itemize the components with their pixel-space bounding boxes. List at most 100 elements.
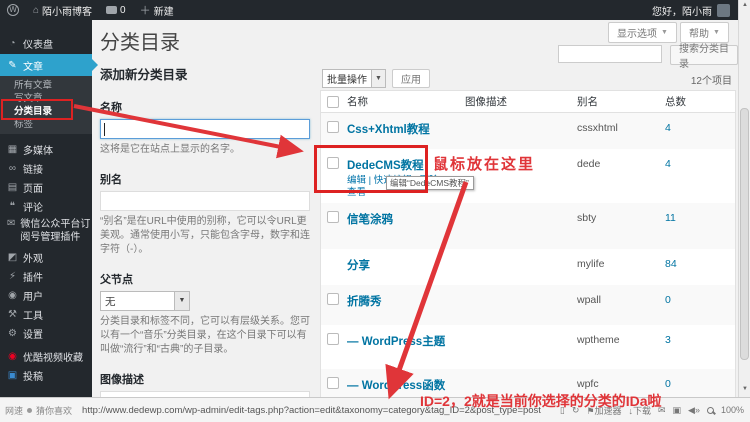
appearance-icon: ◩: [7, 252, 18, 263]
site-link[interactable]: ⌂陌小雨博客: [26, 0, 99, 20]
row-checkbox[interactable]: [327, 157, 339, 169]
scrollbar-thumb[interactable]: [740, 108, 749, 360]
link-tooltip: 编辑“DedeCMS教程”: [386, 176, 474, 190]
category-count-link[interactable]: 4: [665, 113, 735, 134]
sidebar-item-submit[interactable]: ▣投稿: [0, 366, 92, 385]
screen-options-button[interactable]: 显示选项▼: [608, 22, 677, 43]
category-slug: wptheme: [577, 325, 665, 346]
parent-help: 分类目录和标签不同，它可以有层级关系。您可以有一个“音乐”分类目录，在这个目录下…: [100, 315, 312, 357]
slug-input[interactable]: [100, 191, 310, 211]
search-categories-button[interactable]: 搜索分类目录: [670, 45, 738, 65]
category-count-link[interactable]: 84: [665, 249, 735, 270]
sidebar-item-media[interactable]: ▦多媒体: [0, 140, 92, 159]
table-row: — WordPress主题 wptheme 3: [321, 325, 735, 369]
user-greeting[interactable]: 您好，陌小雨: [652, 3, 712, 18]
category-count-link[interactable]: 0: [665, 369, 735, 390]
table-row-default-category: 分享 mylife 84: [321, 249, 735, 285]
guess-you-like-label[interactable]: 猜你喜欢: [36, 404, 72, 417]
search-categories-input[interactable]: [558, 45, 662, 63]
category-name-link[interactable]: Css+Xhtml教程: [347, 113, 465, 137]
name-help: 这将是它在站点上显示的名字。: [100, 143, 312, 157]
sidebar-item-plugins[interactable]: ⚡插件: [0, 267, 92, 286]
window-icon[interactable]: ▣: [673, 405, 682, 416]
zoom-magnifier-icon[interactable]: [707, 407, 714, 414]
form-title: 添加新分类目录: [100, 64, 312, 83]
links-icon: ∞: [7, 163, 18, 174]
apply-button[interactable]: 应用: [392, 69, 430, 88]
settings-icon: ⚙: [7, 328, 18, 339]
zoom-level[interactable]: 100%: [721, 405, 744, 415]
category-count-link[interactable]: 0: [665, 285, 735, 306]
sidebar-item-categories[interactable]: 分类目录: [0, 105, 92, 118]
select-all-checkbox[interactable]: [327, 96, 339, 108]
category-name-link[interactable]: 折腾秀: [347, 285, 465, 309]
row-checkbox[interactable]: [327, 293, 339, 305]
name-input[interactable]: [100, 119, 310, 139]
row-checkbox[interactable]: [327, 333, 339, 345]
sidebar-item-write-post[interactable]: 写文章: [0, 92, 92, 105]
scroll-up-icon[interactable]: ▲: [739, 2, 750, 8]
comments-shortcut[interactable]: 0: [99, 0, 133, 20]
row-checkbox[interactable]: [327, 121, 339, 133]
sidebar-item-all-posts[interactable]: 所有文章: [0, 79, 92, 92]
wordpress-logo-icon: W: [7, 4, 19, 16]
table-row: — WordPress函数 wpfc 0: [321, 369, 735, 397]
browser-window: W ⌂陌小雨博客 0 ＋新建 您好，陌小雨 ◔仪表盘 ✎文章 所有文章 写文章 …: [0, 0, 750, 422]
table-row: Css+Xhtml教程 cssxhtml 4: [321, 113, 735, 149]
header-count: 总数: [665, 94, 735, 109]
sidebar-item-comments[interactable]: ❝评论: [0, 197, 92, 216]
sidebar-item-youku[interactable]: ◉优酷视频收藏: [0, 347, 92, 366]
sidebar-item-tools[interactable]: ⚒工具: [0, 305, 92, 324]
category-count-link[interactable]: 3: [665, 325, 735, 346]
select-dropdown-icon: ▼: [371, 70, 385, 87]
slug-label: 别名: [100, 171, 312, 187]
comment-count: 0: [120, 5, 126, 16]
description-label: 图像描述: [100, 371, 312, 387]
sidebar-item-tags[interactable]: 标签: [0, 118, 92, 131]
category-count-link[interactable]: 11: [665, 203, 735, 224]
table-row-hovered: DedeCMS教程 编辑 | 快速编辑 | 删除 | 查看 dede 4: [321, 149, 735, 203]
new-content-menu[interactable]: ＋新建: [133, 0, 181, 20]
header-description: 图像描述: [465, 94, 577, 109]
sidebar-item-posts[interactable]: ✎文章: [0, 54, 92, 76]
accelerator-button[interactable]: ⚑加速器: [586, 404, 621, 417]
category-slug: wpall: [577, 285, 665, 306]
category-name-link[interactable]: 信笔涂鸦: [347, 203, 465, 227]
table-header-row: 名称 图像描述 别名 总数: [321, 91, 735, 113]
comments-icon: ❝: [7, 201, 18, 212]
sidebar-item-links[interactable]: ∞链接: [0, 159, 92, 178]
comment-bubble-icon: [106, 6, 117, 14]
sidebar-item-pages[interactable]: ▤页面: [0, 178, 92, 197]
sidebar-item-settings[interactable]: ⚙设置: [0, 324, 92, 343]
vertical-scrollbar[interactable]: ▲ ▼: [738, 0, 750, 397]
wp-admin-bar: W ⌂陌小雨博客 0 ＋新建 您好，陌小雨: [0, 0, 738, 20]
bulk-actions-select[interactable]: 批量操作▼: [322, 69, 386, 88]
phone-icon[interactable]: ▯: [560, 405, 565, 416]
sidebar-item-appearance[interactable]: ◩外观: [0, 248, 92, 267]
row-checkbox[interactable]: [327, 377, 339, 389]
category-name-link[interactable]: — WordPress主题: [347, 325, 465, 349]
page-title: 分类目录: [100, 26, 180, 55]
download-button[interactable]: ↓下载: [628, 404, 651, 417]
category-name-link[interactable]: — WordPress函数: [347, 369, 465, 393]
row-checkbox[interactable]: [327, 211, 339, 223]
speaker-icon[interactable]: ◀»: [688, 405, 700, 416]
category-count-link[interactable]: 4: [665, 149, 735, 170]
parent-select[interactable]: 无▼: [100, 291, 190, 311]
category-slug: dede: [577, 149, 665, 170]
mail-icon[interactable]: ✉: [658, 405, 666, 416]
sidebar-item-wechat-plugin[interactable]: ✉微信公众平台订阅号管理插件: [0, 216, 92, 248]
category-name-link[interactable]: 分享: [347, 249, 465, 273]
category-name-link[interactable]: DedeCMS教程: [347, 149, 465, 173]
sidebar-item-users[interactable]: ◉用户: [0, 286, 92, 305]
add-category-form: 添加新分类目录 名称 这将是它在站点上显示的名字。 别名 “别名”是在URL中使…: [100, 64, 312, 397]
avatar[interactable]: [717, 4, 730, 17]
scroll-down-icon[interactable]: ▼: [739, 386, 750, 392]
plugins-icon: ⚡: [7, 271, 18, 282]
refresh-icon[interactable]: ↻: [572, 405, 580, 416]
media-icon: ▦: [7, 144, 18, 155]
sidebar-item-dashboard[interactable]: ◔仪表盘: [0, 32, 92, 54]
wordpress-menu[interactable]: W: [0, 0, 26, 20]
parent-label: 父节点: [100, 271, 312, 287]
main-content: 分类目录 显示选项▼ 帮助▼ 搜索分类目录 添加新分类目录 名称 这将是它在站点…: [92, 20, 738, 397]
